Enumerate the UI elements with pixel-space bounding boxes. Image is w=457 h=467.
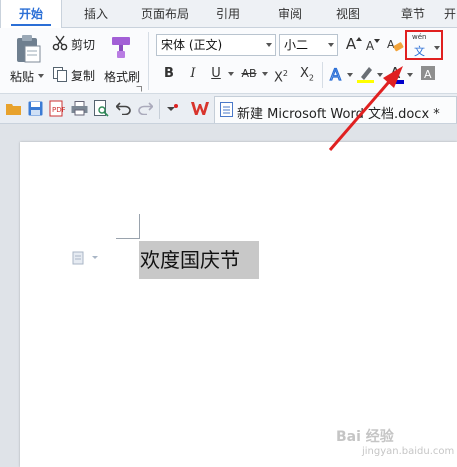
svg-text:A: A [387, 38, 395, 51]
paste-dropdown-icon[interactable] [38, 74, 44, 78]
undo-icon[interactable] [116, 102, 131, 115]
copy-button[interactable]: 复制 [71, 67, 95, 84]
underline-label: U [211, 66, 221, 81]
font-name-value: 宋体 (正文) [161, 38, 223, 52]
superscript-mark: 2 [282, 69, 288, 78]
character-shading-icon[interactable]: A [420, 65, 436, 81]
document-canvas[interactable] [0, 124, 457, 467]
superscript-label: X [274, 70, 283, 86]
tab-section[interactable]: 章节 [388, 0, 438, 28]
margin-corner-mark [139, 214, 140, 239]
paste-button[interactable]: 粘贴 [10, 68, 34, 85]
paste-icon[interactable] [14, 34, 42, 64]
word-document-icon [220, 102, 233, 117]
group-divider [322, 62, 323, 88]
subscript-button[interactable]: X2 [298, 64, 316, 84]
strikethrough-button[interactable]: AB [238, 64, 260, 84]
svg-text:A: A [390, 64, 401, 82]
tab-view[interactable]: 视图 [326, 0, 370, 28]
watermark-url: jingyan.baidu.com [362, 446, 455, 457]
svg-text:PDF: PDF [52, 106, 65, 114]
export-pdf-icon[interactable]: PDF [49, 100, 65, 117]
chevron-down-icon[interactable] [266, 43, 272, 47]
document-tab-title: 新建 Microsoft Word 文档.docx * [237, 107, 440, 122]
print-icon[interactable] [71, 101, 88, 116]
underline-button[interactable]: U [207, 64, 225, 84]
watermark-text: Bai 经验 [336, 429, 394, 445]
bold-label: B [164, 66, 174, 81]
font-size-value: 小二 [284, 38, 309, 52]
strikethrough-label: AB [241, 67, 257, 80]
bold-button[interactable]: B [160, 64, 178, 84]
customize-toolbar-icon[interactable] [166, 104, 178, 114]
toolbar-divider [159, 99, 160, 119]
quick-access-bar: PDF 新建 Microsoft Word 文档.docx * [0, 94, 457, 124]
chevron-down-icon[interactable] [228, 72, 234, 76]
superscript-button[interactable]: X2 [272, 64, 290, 86]
chevron-down-icon[interactable] [407, 73, 413, 77]
triangle-down-icon [374, 39, 380, 43]
tab-references[interactable]: 引用 [205, 0, 251, 28]
shrink-font-label: A [365, 39, 375, 53]
font-color-icon[interactable]: A [387, 63, 405, 85]
italic-label: I [190, 66, 196, 81]
ribbon-home: 粘贴 剪切 复制 格式刷 宋体 (正文) 小二 A A A wén 文 B I … [0, 28, 457, 94]
ribbon-tab-bar: 开始 插入 页面布局 引用 审阅 视图 章节 开 [0, 0, 457, 29]
redo-icon[interactable] [138, 102, 153, 115]
copy-icon [53, 67, 67, 82]
print-preview-icon[interactable] [94, 100, 109, 117]
tab-developer[interactable]: 开 [443, 0, 457, 28]
save-icon[interactable] [28, 101, 43, 116]
subscript-label: X [300, 66, 309, 81]
triangle-up-icon [356, 37, 362, 41]
subscript-mark: 2 [308, 73, 314, 83]
scissors-icon [52, 35, 68, 51]
wps-logo-icon[interactable] [191, 101, 209, 116]
text-effect-icon[interactable]: A [328, 65, 346, 83]
svg-text:A: A [424, 68, 432, 81]
selected-document-text[interactable]: 欢度国庆节 [139, 241, 259, 279]
font-size-combo[interactable]: 小二 [279, 34, 338, 56]
format-painter-button[interactable]: 格式刷 [104, 68, 140, 85]
svg-text:A: A [330, 65, 341, 83]
cut-button[interactable]: 剪切 [71, 36, 95, 53]
chevron-down-icon[interactable] [328, 43, 334, 47]
open-folder-icon[interactable] [6, 102, 22, 116]
paragraph-layout-icon[interactable] [72, 251, 98, 265]
annotation-highlight-box [405, 30, 443, 60]
tab-review[interactable]: 审阅 [264, 0, 316, 28]
chevron-down-icon[interactable] [347, 73, 353, 77]
highlighter-icon[interactable] [356, 64, 376, 84]
document-tab[interactable]: 新建 Microsoft Word 文档.docx * [214, 96, 457, 123]
clear-format-icon[interactable]: A [386, 37, 404, 53]
margin-corner-mark [116, 238, 140, 239]
tab-home[interactable]: 开始 [0, 0, 62, 29]
clipboard-launcher-icon[interactable] [136, 86, 142, 92]
group-divider [148, 32, 149, 90]
italic-button[interactable]: I [184, 64, 202, 84]
grow-font-label: A [345, 35, 357, 53]
font-name-combo[interactable]: 宋体 (正文) [156, 34, 276, 56]
tab-page-layout[interactable]: 页面布局 [130, 0, 200, 28]
chevron-down-icon[interactable] [377, 73, 383, 77]
chevron-down-icon[interactable] [262, 72, 268, 76]
document-page[interactable] [20, 142, 457, 467]
tab-insert[interactable]: 插入 [68, 0, 124, 28]
format-painter-icon [112, 37, 130, 58]
